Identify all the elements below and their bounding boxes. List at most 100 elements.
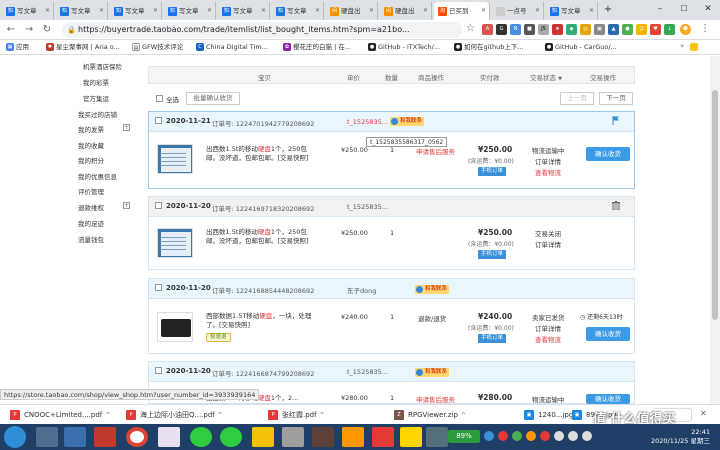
seller-link[interactable]: t_1525835... <box>347 368 388 376</box>
url-input[interactable]: 🔒 https://buyertrade.taobao.com/trade/it… <box>62 22 462 38</box>
scrollbar-thumb[interactable] <box>712 90 718 320</box>
browser-tab[interactable]: 知写文章 ✕ <box>164 2 216 20</box>
seller-link[interactable]: t_1525835... <box>347 118 388 126</box>
taskbar-app-icon[interactable] <box>282 427 304 447</box>
product-thumbnail[interactable] <box>157 228 193 258</box>
browser-tab[interactable]: 闲硬盘出 ✕ <box>380 2 432 20</box>
bookmark-item[interactable]: ● GitHub - CarGuo/... <box>545 42 617 53</box>
view-logistics-link[interactable]: 查看物流 <box>535 334 561 344</box>
tray-icon[interactable] <box>512 431 522 441</box>
chevron-up-icon[interactable]: ^ <box>218 412 223 419</box>
close-tab-icon[interactable]: ✕ <box>315 2 320 20</box>
new-tab-plus-icon[interactable]: + <box>602 4 614 16</box>
tray-icon[interactable] <box>484 431 494 441</box>
taskbar-app-icon[interactable] <box>94 427 116 447</box>
extension-icon[interactable]: N <box>510 24 521 35</box>
sidebar-item[interactable]: 评价管理 <box>78 186 104 196</box>
browser-tab[interactable]: 知写文章 ✕ <box>272 2 324 20</box>
contact-seller-button[interactable]: 和我联系 <box>390 117 425 126</box>
order-details-link[interactable]: 订单详情 <box>535 323 561 333</box>
download-item[interactable]: Z RPGViewer.zip ^ <box>394 408 466 422</box>
extension-icon[interactable]: A <box>482 24 493 35</box>
browser-tab[interactable]: 知写文章 ✕ <box>56 2 108 20</box>
close-tab-icon[interactable]: ✕ <box>423 2 428 20</box>
start-button[interactable] <box>4 426 26 448</box>
extension-icon[interactable]: ◆ <box>566 24 577 35</box>
tray-icon[interactable] <box>498 431 508 441</box>
product-title[interactable]: 出西数1.5t的移动硬盘1个，250包邮。没坏道，包邮包邮。[交易快照] <box>206 145 316 163</box>
taskbar-app-icon[interactable] <box>158 427 180 447</box>
back-arrow-icon[interactable]: ← <box>4 23 18 37</box>
close-tab-icon[interactable]: ✕ <box>207 2 212 20</box>
extension-icon[interactable]: ◎ <box>580 24 591 35</box>
close-tab-icon[interactable]: ✕ <box>589 2 594 20</box>
download-item[interactable]: P CNOOC+Limited....pdf ^ <box>10 408 110 422</box>
close-tab-icon[interactable]: ✕ <box>369 2 374 20</box>
menu-dots-icon[interactable]: ⋮ <box>700 23 710 34</box>
sidebar-item[interactable]: 我买过的店铺 <box>78 109 117 119</box>
next-page-button[interactable]: 下一页 <box>599 92 633 105</box>
extension-icon[interactable]: ▲ <box>608 24 619 35</box>
sidebar-item[interactable]: 官方集运 <box>83 93 109 103</box>
sidebar-item[interactable]: 我的积分 <box>78 155 104 165</box>
view-logistics-link[interactable]: 查看物流 <box>535 167 561 177</box>
close-tab-icon[interactable]: ✕ <box>481 2 486 20</box>
close-tab-icon[interactable]: ✕ <box>261 2 266 20</box>
wechat-icon[interactable] <box>220 427 242 447</box>
extension-icon[interactable]: ■ <box>524 24 535 35</box>
chevron-up-icon[interactable]: ^ <box>461 412 466 419</box>
bookmark-item[interactable]: ● GitHub - iTXTech/... <box>368 42 440 53</box>
close-tab-icon[interactable]: ✕ <box>535 2 540 20</box>
chevron-up-icon[interactable]: ^ <box>105 412 110 419</box>
seller-link[interactable]: 东子dong <box>347 285 376 295</box>
sidebar-item[interactable]: 我的彩票 <box>83 77 109 87</box>
bookmark-apps[interactable]: ▦ 应用 <box>6 42 29 53</box>
extension-icon[interactable]: ♥ <box>650 24 661 35</box>
sidebar-item[interactable]: 退款维权 <box>78 202 104 212</box>
sidebar-item[interactable]: 我的收藏 <box>78 140 104 150</box>
profile-avatar[interactable]: ☻ <box>680 24 691 35</box>
flag-icon[interactable] <box>612 116 620 125</box>
order-details-link[interactable]: 订单详情 <box>535 239 561 249</box>
batch-confirm-button[interactable]: 批量确认收货 <box>186 92 240 105</box>
close-tab-icon[interactable]: ✕ <box>99 2 104 20</box>
taskbar-app-icon[interactable] <box>312 427 334 447</box>
star-icon[interactable]: ☆ <box>466 23 475 34</box>
extension-icon[interactable]: ↓ <box>664 24 675 35</box>
extension-icon[interactable]: ★ <box>552 24 563 35</box>
confirm-receipt-button[interactable]: 确认收货 <box>586 147 630 161</box>
taskbar-app-icon[interactable] <box>36 427 58 447</box>
trash-icon[interactable] <box>612 201 620 211</box>
download-item[interactable]: P 张红霞.pdf ^ <box>268 408 325 422</box>
order-checkbox[interactable] <box>155 202 162 209</box>
tray-icon[interactable] <box>554 431 564 441</box>
seller-link[interactable]: t_1525835... <box>347 203 388 211</box>
chevron-up-icon[interactable]: ^ <box>320 412 325 419</box>
taskbar-app-icon[interactable] <box>342 427 364 447</box>
contact-seller-button[interactable]: 和我联系 <box>415 285 450 294</box>
bookmark-item[interactable]: ● 如何在github上下... <box>454 42 524 53</box>
wechat-icon[interactable] <box>190 427 212 447</box>
bookmark-folder[interactable] <box>690 42 700 53</box>
expand-plus-icon[interactable]: + <box>123 124 130 131</box>
close-tab-icon[interactable]: ✕ <box>45 2 50 20</box>
order-details-link[interactable]: 订单详情 <box>535 156 561 166</box>
minimize-icon[interactable]: – <box>648 0 672 18</box>
extension-icon[interactable]: ▣ <box>594 24 605 35</box>
tray-icon[interactable] <box>526 431 536 441</box>
sidebar-item[interactable]: 机票酒店保险 <box>83 61 122 71</box>
close-tab-icon[interactable]: ✕ <box>153 2 158 20</box>
bookmark-item[interactable]: ▤ GFW技术评论 <box>132 42 183 53</box>
after-sales-link[interactable]: 申请售后服务 <box>416 146 455 156</box>
chrome-icon[interactable] <box>126 427 148 447</box>
browser-tab-active[interactable]: 淘已买到 ✕ <box>434 2 490 20</box>
system-clock[interactable]: 22:41 2020/11/25 星期三 <box>626 428 710 446</box>
folder-icon[interactable] <box>252 427 274 447</box>
more-bookmarks-icon[interactable]: » <box>680 42 684 50</box>
extension-icon[interactable]: ● <box>622 24 633 35</box>
contact-seller-button[interactable]: 和我联系 <box>415 368 450 377</box>
bookmark-item[interactable]: C China Digital Tim... <box>196 42 268 53</box>
after-sales-link[interactable]: 申请售后服务 <box>416 394 455 404</box>
product-title[interactable]: 出西数1.5t的移动硬盘1个，250包邮。没坏道，包邮包邮。[交易快照] <box>206 228 316 246</box>
extension-icon[interactable]: ☺ <box>636 24 647 35</box>
